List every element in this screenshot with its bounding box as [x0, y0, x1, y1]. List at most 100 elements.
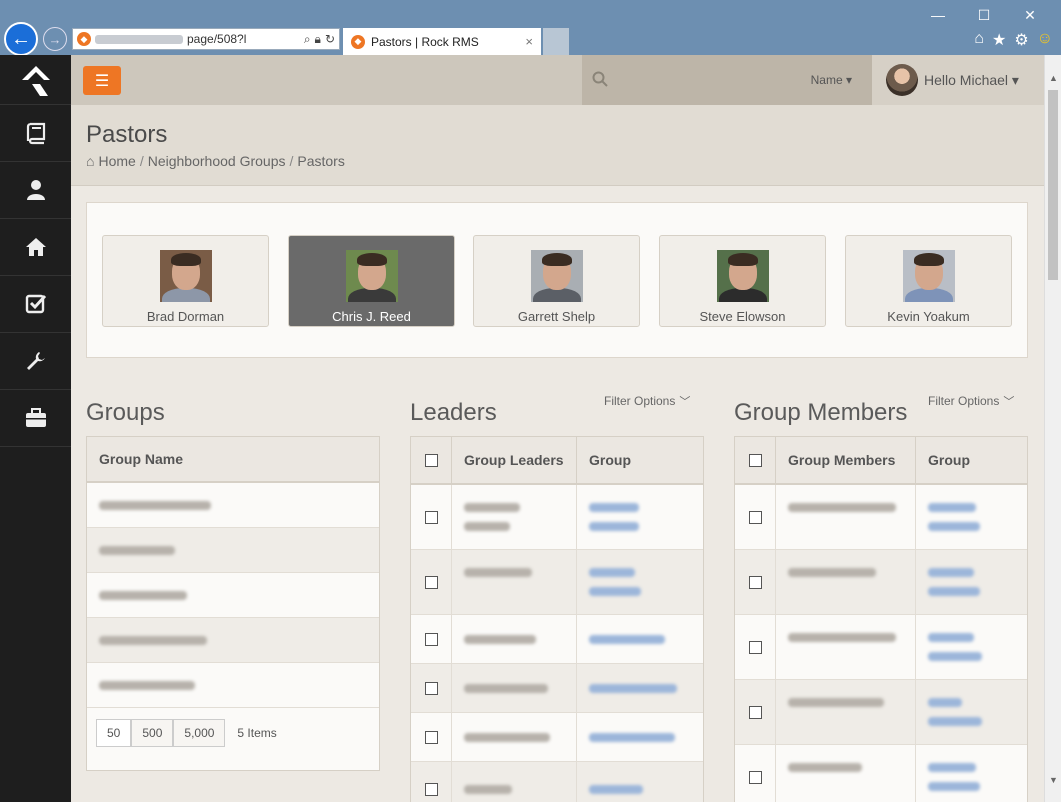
user-menu[interactable]: Hello Michael ▾ — [872, 55, 1044, 105]
sidebar-item-tools[interactable] — [0, 333, 71, 390]
blurred-link[interactable] — [589, 634, 665, 644]
row-checkbox[interactable] — [748, 705, 762, 719]
pastor-card-selected[interactable]: Chris J. Reed — [288, 235, 455, 327]
table-row[interactable] — [735, 549, 1027, 615]
menu-button[interactable]: ☰ — [83, 66, 121, 95]
blurred-link[interactable] — [928, 717, 982, 726]
blurred-link[interactable] — [928, 782, 980, 791]
table-row[interactable] — [411, 549, 703, 615]
group-link-cell[interactable] — [915, 484, 1027, 550]
smiley-icon[interactable]: ☺ — [1037, 30, 1053, 50]
page-scrollbar[interactable]: ▲ ▼ — [1044, 55, 1061, 802]
table-row[interactable] — [735, 614, 1027, 680]
table-row[interactable] — [87, 528, 379, 573]
blurred-link[interactable] — [589, 522, 639, 531]
blurred-link[interactable] — [928, 698, 962, 707]
breadcrumb-item-neighborhood-groups[interactable]: Neighborhood Groups — [148, 153, 286, 169]
blurred-link[interactable] — [589, 732, 675, 742]
row-checkbox[interactable] — [424, 681, 438, 695]
group-link-cell[interactable] — [576, 549, 703, 615]
members-filter-options[interactable]: Filter Options ﹀ — [928, 393, 1014, 409]
blurred-link[interactable] — [589, 568, 635, 577]
sidebar-item-admin[interactable] — [0, 390, 71, 447]
row-checkbox[interactable] — [748, 640, 762, 654]
browser-tab[interactable]: ◆ Pastors | Rock RMS × — [343, 28, 541, 55]
address-bar[interactable]: ◆ page/508?l ⌕ 🔒︎ ↻ — [72, 28, 340, 50]
column-header-group-members[interactable]: Group Members — [775, 436, 915, 484]
row-checkbox[interactable] — [424, 575, 438, 589]
group-link-cell[interactable] — [576, 712, 703, 762]
search-filter-dropdown[interactable]: Name ▾ — [811, 73, 852, 87]
column-header-group[interactable]: Group — [576, 436, 703, 484]
sidebar-item-tasks[interactable] — [0, 276, 71, 333]
forward-button[interactable]: → — [43, 27, 67, 51]
row-checkbox[interactable] — [424, 782, 438, 796]
pastor-card[interactable]: Kevin Yoakum — [845, 235, 1012, 327]
refresh-icon[interactable]: ↻ — [325, 32, 335, 47]
pastor-card[interactable]: Garrett Shelp — [473, 235, 640, 327]
table-row[interactable] — [411, 614, 703, 664]
minimize-button[interactable]: — — [915, 4, 961, 26]
blurred-link[interactable] — [928, 652, 982, 661]
scroll-down-icon[interactable]: ▼ — [1045, 771, 1061, 788]
column-header-group-leaders[interactable]: Group Leaders — [451, 436, 576, 484]
leaders-filter-options[interactable]: Filter Options ﹀ — [604, 393, 690, 409]
table-row[interactable] — [411, 663, 703, 713]
row-checkbox[interactable] — [748, 575, 762, 589]
group-link-cell[interactable] — [915, 614, 1027, 680]
pastor-card[interactable]: Steve Elowson — [659, 235, 826, 327]
table-row[interactable] — [411, 712, 703, 762]
blurred-link[interactable] — [589, 587, 641, 596]
row-checkbox[interactable] — [424, 730, 438, 744]
tab-close-icon[interactable]: × — [525, 34, 533, 49]
new-tab-button[interactable] — [543, 28, 569, 55]
column-header-group-name[interactable]: Group Name — [99, 451, 183, 467]
sidebar-item-people[interactable] — [0, 162, 71, 219]
select-all-checkbox[interactable] — [424, 453, 438, 467]
table-row[interactable] — [411, 761, 703, 802]
group-link-cell[interactable] — [576, 484, 703, 550]
row-checkbox[interactable] — [424, 510, 438, 524]
back-button[interactable]: ← — [4, 22, 38, 56]
group-link-cell[interactable] — [576, 614, 703, 664]
table-row[interactable] — [87, 483, 379, 528]
group-link-cell[interactable] — [915, 679, 1027, 745]
gear-icon[interactable]: ⚙ — [1014, 30, 1028, 50]
table-row[interactable] — [411, 484, 703, 550]
page-size-50-button[interactable]: 50 — [96, 719, 132, 747]
star-icon[interactable]: ★ — [992, 30, 1006, 50]
blurred-link[interactable] — [928, 633, 974, 642]
table-row[interactable] — [735, 484, 1027, 550]
row-checkbox[interactable] — [424, 632, 438, 646]
pastor-card[interactable]: Brad Dorman — [102, 235, 269, 327]
blurred-link[interactable] — [928, 568, 974, 577]
row-checkbox[interactable] — [748, 510, 762, 524]
group-link-cell[interactable] — [576, 663, 703, 713]
rock-logo[interactable] — [0, 55, 71, 105]
sidebar-item-books[interactable] — [0, 105, 71, 162]
breadcrumb-item-home[interactable]: Home — [98, 153, 135, 169]
table-row[interactable] — [735, 679, 1027, 745]
blurred-link[interactable] — [589, 683, 677, 693]
page-size-5000-button[interactable]: 5,000 — [173, 719, 226, 747]
table-row[interactable] — [87, 618, 379, 663]
groups-grid-header[interactable]: Group Name — [87, 437, 379, 483]
scroll-up-icon[interactable]: ▲ — [1045, 69, 1061, 86]
select-all-checkbox[interactable] — [748, 453, 762, 467]
page-size-500-button[interactable]: 500 — [131, 719, 174, 747]
blurred-link[interactable] — [928, 763, 976, 772]
maximize-button[interactable]: ☐ — [961, 4, 1007, 26]
table-row[interactable] — [87, 573, 379, 618]
blurred-link[interactable] — [928, 522, 980, 531]
group-link-cell[interactable] — [915, 549, 1027, 615]
home-icon[interactable]: ⌂ — [974, 30, 984, 50]
sidebar-item-home[interactable] — [0, 219, 71, 276]
row-checkbox[interactable] — [748, 770, 762, 784]
close-window-button[interactable]: ✕ — [1007, 4, 1053, 26]
lock-icon[interactable]: 🔒︎ — [315, 32, 321, 47]
blurred-link[interactable] — [928, 503, 976, 512]
search-icon[interactable]: ⌕ — [304, 32, 311, 47]
search-input[interactable]: Name ▾ — [582, 55, 872, 105]
column-header-group[interactable]: Group — [915, 436, 1027, 484]
table-row[interactable] — [735, 744, 1027, 802]
